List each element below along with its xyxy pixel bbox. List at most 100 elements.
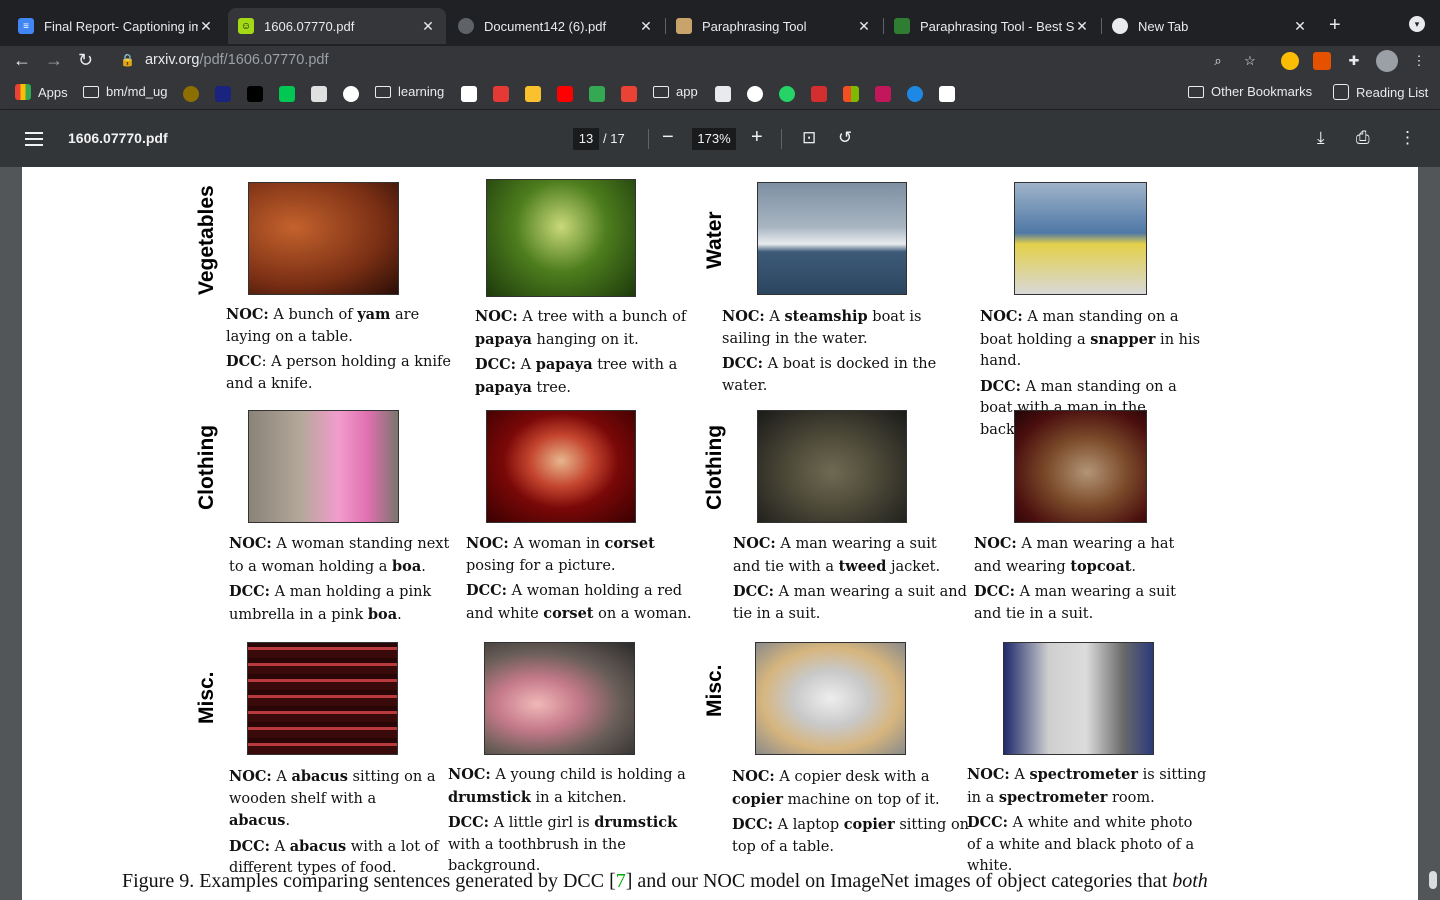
more-menu-icon[interactable]: ⋮ (1410, 52, 1428, 70)
bookmark-folder-app[interactable]: app (653, 84, 698, 99)
youtube-icon[interactable] (557, 86, 573, 102)
caption-tweed: NOC: A man wearing a suit and tie with a… (733, 535, 967, 622)
url-host: arxiv.org (144, 52, 200, 68)
bookmark-folder-learning[interactable]: learning (375, 84, 444, 99)
more-actions-icon[interactable]: ⋮ (1399, 128, 1416, 148)
download-icon[interactable]: ⤓ (1317, 128, 1325, 148)
reading-list-button[interactable]: Reading List (1333, 84, 1428, 100)
zoom-icon[interactable]: ⌕ (1209, 52, 1227, 70)
bookmark-label: Other Bookmarks (1211, 84, 1313, 99)
citation-link[interactable]: 7 (616, 870, 626, 892)
caption-text: Figure 9. Examples comparing sentences g… (122, 870, 616, 892)
gmail-icon[interactable] (621, 86, 637, 102)
zoom-level-input[interactable]: 173% (692, 128, 736, 150)
bookmark-favicon-icon[interactable] (525, 86, 541, 102)
bookmark-favicon-icon[interactable] (279, 86, 295, 102)
bookmark-favicon-icon[interactable] (811, 86, 827, 102)
tweed-jacket-image (757, 410, 907, 523)
caption-spectrometer: NOC: A spectrometer is sitting in a spec… (967, 766, 1207, 874)
wikipedia-icon[interactable] (461, 86, 477, 102)
yam-image (248, 182, 399, 295)
bookmark-folder-bm-md-ug[interactable]: bm/md_ug (83, 84, 167, 99)
topcoat-image (1014, 410, 1147, 523)
drive-icon[interactable] (589, 86, 605, 102)
tab-pdf[interactable]: ☺ 1606.07770.pdf ✕ (228, 8, 446, 44)
row-label: Clothing (195, 424, 218, 510)
extensions-puzzle-icon[interactable]: ✚ (1345, 52, 1363, 70)
bookmark-favicon-icon[interactable] (939, 86, 955, 102)
tab-paraphrasing[interactable]: Paraphrasing Tool ✕ (666, 8, 882, 44)
tab-document142[interactable]: Document142 (6).pdf ✕ (448, 8, 664, 44)
bookmark-favicon-icon[interactable] (715, 86, 731, 102)
row-label: Clothing (703, 424, 726, 510)
figure-caption: Figure 9. Examples comparing sentences g… (122, 870, 1272, 893)
bookmark-favicon-icon[interactable] (493, 86, 509, 102)
close-icon[interactable]: ✕ (856, 18, 872, 35)
whatsapp-icon[interactable] (779, 86, 795, 102)
tab-strip: ≡ Final Report- Captioning im ✕ ☺ 1606.0… (0, 0, 1440, 46)
boa-image (248, 410, 399, 523)
pdf-viewer[interactable]: Vegetables Water Clothing Clothing Misc.… (0, 167, 1440, 900)
bookmark-favicon-icon[interactable] (875, 86, 891, 102)
drumstick-image (484, 642, 635, 755)
docs-icon: ≡ (18, 18, 34, 34)
corset-image (486, 410, 636, 523)
reload-button[interactable]: ↻ (78, 50, 93, 71)
tab-title: New Tab (1138, 18, 1189, 34)
zoom-out-button[interactable]: − (662, 126, 674, 149)
bookmark-label: app (676, 84, 698, 99)
tab-final-report[interactable]: ≡ Final Report- Captioning im ✕ (8, 8, 224, 44)
fit-page-icon[interactable]: ⊡ (802, 128, 816, 148)
row-label: Misc. (703, 664, 726, 717)
pdf-page: Vegetables Water Clothing Clothing Misc.… (22, 167, 1418, 900)
rotate-icon[interactable]: ↺ (838, 128, 852, 148)
caption-copier: NOC: A copier desk with a copier machine… (732, 768, 970, 855)
close-icon[interactable]: ✕ (638, 18, 654, 35)
tab-search-icon[interactable]: ▾ (1409, 16, 1425, 32)
toolbar-divider (648, 129, 649, 149)
bookmark-label: bm/md_ug (106, 84, 168, 99)
bookmark-star-icon[interactable]: ☆ (1241, 52, 1259, 70)
close-icon[interactable]: ✕ (420, 18, 436, 35)
new-tab-button[interactable]: + (1329, 14, 1341, 37)
back-button[interactable]: ← (13, 50, 31, 71)
tab-paraphrasing-best[interactable]: Paraphrasing Tool - Best Sc ✕ (884, 8, 1100, 44)
paraphrase-icon (676, 18, 692, 34)
extension-icon[interactable] (1313, 52, 1331, 70)
steamship-image (757, 182, 907, 295)
caption-papaya: NOC: A tree with a bunch of papaya hangi… (475, 308, 687, 396)
microsoft-icon[interactable] (843, 86, 859, 102)
tab-new-tab[interactable]: New Tab ✕ (1102, 8, 1318, 44)
forward-button[interactable]: → (45, 50, 63, 71)
bookmark-favicon-icon[interactable] (183, 86, 199, 102)
folder-icon (1188, 85, 1204, 98)
bookmark-other[interactable]: Other Bookmarks (1188, 84, 1312, 99)
tab-title: Paraphrasing Tool - Best Sc (920, 18, 1074, 34)
github-icon[interactable] (343, 86, 359, 102)
close-icon[interactable]: ✕ (1292, 18, 1308, 35)
scrollbar-thumb[interactable] (1429, 871, 1437, 889)
address-bar[interactable]: 🔒 arxiv.org/pdf/1606.07770.pdf (110, 46, 1270, 74)
caption-emphasis: both (1172, 870, 1208, 892)
bookmark-favicon-icon[interactable] (311, 86, 327, 102)
close-icon[interactable]: ✕ (1074, 18, 1090, 35)
spectrometer-image (1003, 642, 1154, 755)
bookmark-label: Reading List (1356, 84, 1429, 100)
bookmark-favicon-icon[interactable] (215, 86, 231, 102)
bookmark-label: learning (398, 84, 445, 99)
print-icon[interactable]: ⎙ (1356, 128, 1370, 148)
zoom-in-button[interactable]: + (751, 126, 763, 149)
close-icon[interactable]: ✕ (198, 18, 214, 35)
bookmark-favicon-icon[interactable] (747, 86, 763, 102)
bookmark-favicon-icon[interactable] (247, 86, 263, 102)
page-number-input[interactable]: 13 (573, 128, 599, 150)
profile-avatar[interactable] (1376, 50, 1398, 72)
extension-icon[interactable] (1281, 52, 1299, 70)
chrome-icon (1112, 18, 1128, 34)
caption-text: ] and our NOC model on ImageNet images o… (625, 870, 1173, 892)
bookmark-apps[interactable]: Apps (15, 84, 68, 100)
papaya-image (486, 179, 636, 297)
menu-icon[interactable] (25, 132, 43, 150)
bookmark-favicon-icon[interactable] (907, 86, 923, 102)
folder-icon (375, 85, 391, 98)
